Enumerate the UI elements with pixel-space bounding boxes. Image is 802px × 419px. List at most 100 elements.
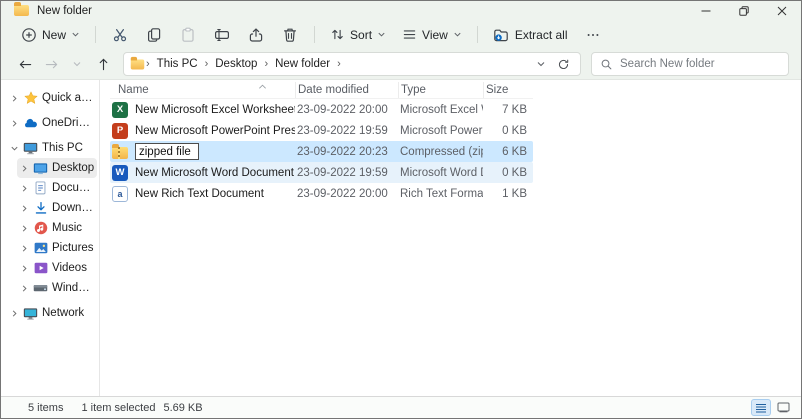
sidebar-item-this-pc[interactable]: This PC (7, 138, 97, 158)
sidebar-item-music[interactable]: Music (17, 218, 97, 238)
new-button[interactable]: New (13, 24, 88, 46)
command-toolbar: New Sort View Extract all (1, 20, 801, 49)
file-row-excel[interactable]: New Microsoft Excel Worksheet 23-09-2022… (110, 99, 533, 120)
sort-icon (332, 29, 343, 40)
word-file-icon (112, 164, 128, 181)
minimize-button[interactable] (687, 1, 725, 20)
view-button[interactable]: View (394, 24, 470, 45)
sidebar-item-label: Windows-SSD (C:) (52, 282, 95, 294)
column-header-type[interactable]: Type (398, 82, 483, 98)
close-button[interactable] (763, 1, 801, 20)
chevron-right-icon[interactable] (19, 164, 29, 173)
column-header-date-modified[interactable]: Date modified (295, 82, 398, 98)
chevron-right-icon[interactable] (19, 244, 29, 253)
file-name: New Microsoft Excel Worksheet (135, 103, 295, 116)
copy-button[interactable] (139, 23, 169, 47)
column-header-size[interactable]: Size (483, 82, 533, 98)
rename-input[interactable] (135, 143, 199, 160)
up-button[interactable] (91, 52, 115, 76)
column-header-name[interactable]: Name (110, 82, 295, 98)
window-title: New folder (37, 4, 92, 17)
chevron-right-icon[interactable] (9, 94, 19, 103)
downloads-icon (33, 201, 48, 215)
sidebar-item-videos[interactable]: Videos (17, 258, 97, 278)
extract-all-button[interactable]: Extract all (485, 24, 576, 46)
refresh-button[interactable] (552, 54, 574, 74)
chevron-right-icon[interactable] (19, 284, 29, 293)
breadcrumb-new-folder[interactable]: New folder (269, 56, 336, 72)
file-list: Name Date modified Type Size New Microso… (110, 82, 533, 204)
search-icon (601, 59, 612, 69)
column-headers: Name Date modified Type Size (110, 82, 533, 99)
breadcrumb-this-pc[interactable]: This PC (151, 56, 204, 72)
file-type: Rich Text Format (400, 187, 483, 200)
chevron-right-icon[interactable] (9, 309, 19, 318)
paste-button[interactable] (173, 23, 203, 47)
sidebar-item-label: Desktop (52, 162, 95, 174)
chevron-right-icon[interactable] (19, 184, 29, 193)
delete-icon (284, 28, 297, 42)
selection-size: 5.69 KB (163, 401, 203, 414)
forward-button[interactable] (39, 52, 63, 76)
sidebar-item-onedrive[interactable]: OneDrive - Personal (7, 113, 97, 133)
address-dropdown-button[interactable] (530, 54, 552, 74)
address-row: This PC Desktop New folder (1, 49, 801, 80)
navigation-pane: Quick access OneDrive - Personal This PC… (1, 80, 100, 396)
breadcrumb-separator-icon (145, 58, 151, 70)
sort-button[interactable]: Sort (322, 24, 394, 45)
sidebar-item-network[interactable]: Network (7, 303, 97, 323)
arrow-up-icon (99, 58, 107, 70)
sidebar-item-pictures[interactable]: Pictures (17, 238, 97, 258)
chevron-right-icon[interactable] (19, 224, 29, 233)
rename-button[interactable] (207, 23, 237, 47)
file-size: 0 KB (502, 166, 527, 179)
large-icons-view-toggle[interactable] (773, 399, 793, 416)
sidebar-item-documents[interactable]: Documents (17, 178, 97, 198)
sidebar-item-windows-ssd[interactable]: Windows-SSD (C:) (17, 278, 97, 298)
address-bar[interactable]: This PC Desktop New folder (123, 52, 581, 76)
chevron-down-icon (73, 62, 81, 67)
file-row-rtf[interactable]: New Rich Text Document 23-09-2022 20:00 … (110, 183, 533, 204)
file-date-modified: 23-09-2022 20:00 (297, 187, 388, 200)
file-size: 6 KB (502, 145, 527, 158)
file-row-zipped-selected[interactable]: 23-09-2022 20:23 Compressed (zipped)... … (110, 141, 533, 162)
sidebar-item-label: Downloads (52, 202, 95, 214)
chevron-down-icon[interactable] (9, 144, 19, 153)
chevron-right-icon[interactable] (19, 204, 29, 213)
sidebar-item-desktop[interactable]: Desktop (17, 158, 97, 178)
sidebar-item-label: Documents (52, 182, 95, 194)
details-view-toggle[interactable] (751, 399, 771, 416)
breadcrumb-desktop[interactable]: Desktop (209, 56, 263, 72)
arrow-right-icon (45, 60, 57, 68)
search-input[interactable] (620, 58, 780, 70)
new-plus-icon (22, 27, 36, 42)
file-row-word[interactable]: New Microsoft Word Document 23-09-2022 1… (110, 162, 533, 183)
chevron-right-icon[interactable] (9, 119, 19, 128)
sidebar-item-label: Network (42, 307, 85, 319)
view-button-label: View (422, 27, 448, 42)
chevron-right-icon[interactable] (19, 264, 29, 273)
folder-icon (14, 2, 29, 16)
file-name: New Rich Text Document (135, 187, 264, 200)
this-pc-monitor-icon (23, 141, 38, 155)
onedrive-cloud-icon (23, 116, 38, 131)
file-date-modified: 23-09-2022 19:59 (297, 166, 388, 179)
cut-icon (113, 28, 127, 41)
selection-count: 1 item selected (81, 401, 156, 414)
cut-button[interactable] (105, 23, 135, 47)
share-button[interactable] (241, 23, 271, 47)
title-bar: New folder (1, 1, 801, 20)
delete-button[interactable] (275, 23, 305, 47)
sidebar-item-downloads[interactable]: Downloads (17, 198, 97, 218)
back-button[interactable] (13, 52, 37, 76)
restore-button[interactable] (725, 1, 763, 20)
see-more-button[interactable] (578, 23, 608, 47)
sidebar-item-quick-access[interactable]: Quick access (7, 88, 97, 108)
file-size: 0 KB (502, 124, 527, 137)
file-row-powerpoint[interactable]: New Microsoft PowerPoint Presentation 23… (110, 120, 533, 141)
toolbar-separator (476, 26, 478, 43)
more-icon (587, 33, 598, 36)
excel-file-icon (112, 101, 128, 118)
search-box[interactable] (591, 52, 789, 76)
recent-locations-button[interactable] (65, 52, 89, 76)
